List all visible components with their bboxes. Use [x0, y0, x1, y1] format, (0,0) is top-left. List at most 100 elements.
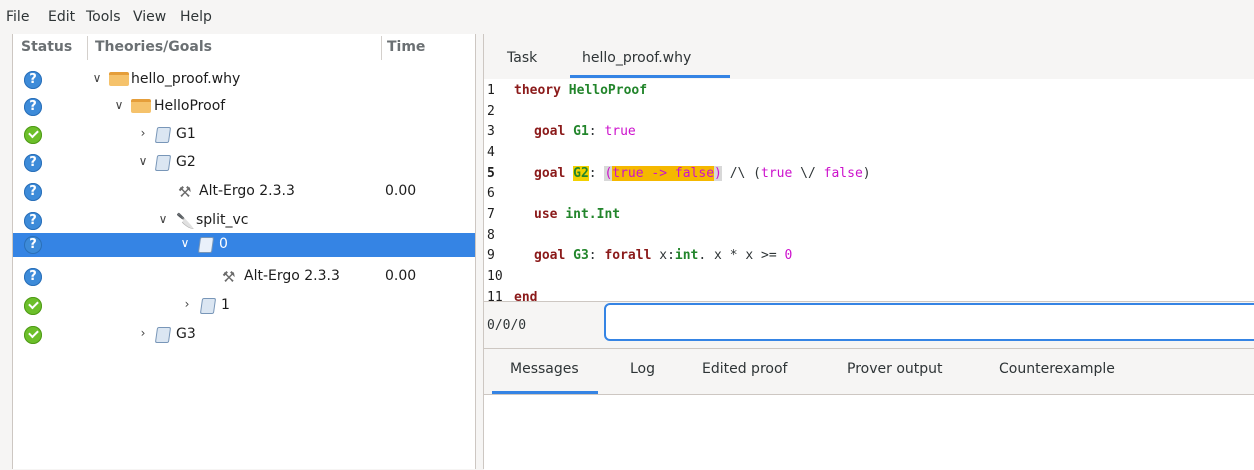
tab-counterexample[interactable]: Counterexample — [999, 361, 1115, 377]
literal: true — [604, 124, 636, 139]
tree-row-time: 0.00 — [385, 268, 417, 284]
command-bar: 0/0/0 — [484, 301, 1254, 348]
messages-panel[interactable] — [484, 394, 1254, 470]
line-number: 5 — [487, 166, 495, 181]
expander-icon[interactable]: › — [137, 326, 149, 340]
line-number: 10 — [487, 269, 503, 284]
expander-icon[interactable]: › — [137, 126, 149, 140]
prover-tools-icon: ⚒ — [178, 183, 192, 201]
command-input[interactable] — [604, 303, 1254, 341]
bottom-tab-bar: Messages Log Edited proof Prover output … — [484, 348, 1254, 395]
line-number: 6 — [487, 186, 495, 201]
right-pane: Task hello_proof.why 1 2 3 4 5 6 7 8 9 1… — [483, 34, 1254, 470]
tab-prover-output[interactable]: Prover output — [847, 361, 943, 377]
tree-row-label: split_vc — [196, 212, 249, 228]
theory-name: HelloProof — [568, 83, 648, 98]
tree-row-label: 0 — [219, 236, 228, 252]
code-line-9: goal G3: forall x:int. x * x >= 0 — [534, 248, 792, 263]
expander-icon[interactable]: ∨ — [157, 212, 169, 226]
operator: -> — [643, 166, 675, 181]
literal: true — [612, 166, 644, 181]
tree-row-file[interactable]: ? ∨ hello_proof.why — [13, 68, 475, 92]
tree-row-goal[interactable]: › 1 — [13, 294, 475, 318]
tab-task[interactable]: Task — [507, 50, 537, 66]
goal-scroll-icon — [154, 127, 172, 143]
column-header-status[interactable]: Status — [21, 34, 73, 64]
expander-icon[interactable]: › — [181, 297, 193, 311]
column-header-theories-goals[interactable]: Theories/Goals — [95, 34, 212, 64]
tree-row-goal[interactable]: › G1 — [13, 123, 475, 147]
menu-file[interactable]: File — [6, 9, 29, 25]
expander-icon[interactable]: ∨ — [91, 71, 103, 85]
valid-status-icon — [24, 297, 42, 315]
unknown-status-icon: ? — [24, 154, 42, 172]
tree-row-label: G1 — [176, 126, 196, 142]
goal-scroll-icon — [197, 237, 215, 253]
tab-hello-proof-why[interactable]: hello_proof.why — [582, 50, 691, 66]
expander-icon[interactable]: ∨ — [137, 154, 149, 168]
expander-icon[interactable]: ∨ — [179, 236, 191, 250]
transformation-knife-icon: 🔪 — [176, 212, 195, 230]
active-tab-indicator — [570, 75, 730, 78]
theory-folder-icon — [131, 99, 151, 113]
tree-row-prover[interactable]: ? ⚒ Alt-Ergo 2.3.3 0.00 — [13, 180, 475, 204]
tab-messages[interactable]: Messages — [510, 361, 579, 377]
file-folder-icon — [109, 72, 129, 86]
tree-row-goal[interactable]: ? ∨ G2 — [13, 151, 475, 175]
unknown-status-icon: ? — [24, 236, 42, 254]
tree-row-goal-selected[interactable]: ? ∨ 0 — [13, 233, 475, 257]
keyword: goal — [534, 248, 566, 263]
tree-row-transformation[interactable]: ? ∨ 🔪 split_vc — [13, 209, 475, 233]
code-line-7: use int.Int — [534, 207, 620, 222]
operator: \/ — [792, 166, 824, 181]
tree-row-label: G2 — [176, 154, 196, 170]
tree-row-label: HelloProof — [154, 98, 226, 114]
valid-status-icon — [24, 126, 42, 144]
tree-row-theory[interactable]: ? ∨ HelloProof — [13, 95, 475, 119]
tree-row-label: G3 — [176, 326, 196, 342]
tab-log[interactable]: Log — [630, 361, 655, 377]
keyword: goal — [534, 166, 566, 181]
expander-icon[interactable]: ∨ — [113, 98, 125, 112]
punctuation: : — [588, 124, 597, 139]
punctuation: ) — [714, 166, 722, 181]
column-separator — [87, 36, 88, 60]
tab-edited-proof[interactable]: Edited proof — [702, 361, 787, 377]
code-editor[interactable]: 1 2 3 4 5 6 7 8 9 10 11 theory HelloProo… — [484, 79, 1254, 301]
type-name: int — [674, 248, 699, 263]
line-number: 8 — [487, 228, 495, 243]
unknown-status-icon: ? — [24, 212, 42, 230]
goal-name: G1 — [573, 124, 589, 139]
menu-tools[interactable]: Tools — [86, 9, 121, 25]
tree-row-label: 1 — [221, 297, 230, 313]
menu-help[interactable]: Help — [180, 9, 212, 25]
code-line-11: end — [514, 290, 537, 301]
literal: false — [823, 166, 863, 181]
prover-tools-icon: ⚒ — [222, 268, 236, 286]
keyword: forall — [604, 248, 652, 263]
code-line-5: goal G2: (true -> false) /\ (true \/ fal… — [534, 166, 871, 181]
column-header-time[interactable]: Time — [387, 34, 426, 64]
goal-scroll-icon — [199, 298, 217, 314]
expression: . x * x >= — [698, 248, 785, 263]
unknown-status-icon: ? — [24, 183, 42, 201]
tree-row-time: 0.00 — [385, 183, 417, 199]
punctuation: : — [588, 166, 597, 181]
goal-scroll-icon — [154, 327, 172, 343]
operator: /\ ( — [721, 166, 762, 181]
menu-edit[interactable]: Edit — [48, 9, 75, 25]
unknown-status-icon: ? — [24, 71, 42, 89]
line-number: 9 — [487, 248, 495, 263]
punctuation: ) — [862, 166, 871, 181]
keyword: theory — [514, 83, 561, 98]
tree-row-goal[interactable]: › G3 — [13, 323, 475, 347]
line-number: 3 — [487, 124, 495, 139]
tree-row-label: hello_proof.why — [131, 71, 241, 87]
tree-row-prover[interactable]: ? ⚒ Alt-Ergo 2.3.3 0.00 — [13, 265, 475, 289]
line-number: 11 — [487, 290, 503, 301]
literal: true — [761, 166, 793, 181]
proof-tree[interactable]: Status Theories/Goals Time ? ∨ hello_pro… — [12, 34, 476, 469]
menu-view[interactable]: View — [133, 9, 166, 25]
line-number: 2 — [487, 104, 495, 119]
literal: false — [674, 166, 715, 181]
